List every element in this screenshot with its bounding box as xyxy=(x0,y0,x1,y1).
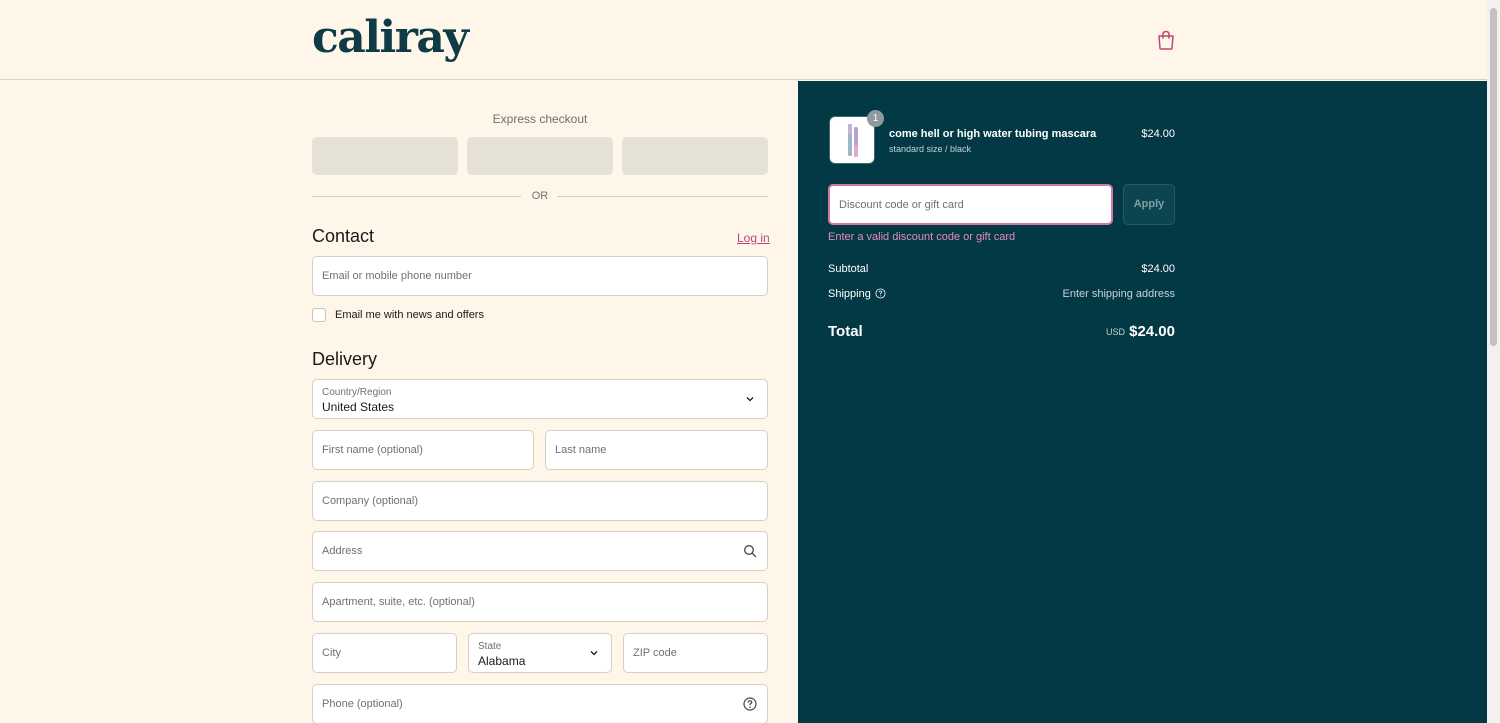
divider-line-right xyxy=(557,196,768,197)
order-summary-panel xyxy=(798,81,1487,723)
quantity-badge: 1 xyxy=(867,110,884,127)
or-divider: OR xyxy=(312,189,768,205)
search-icon xyxy=(744,545,757,558)
country-value: United States xyxy=(322,400,395,414)
scrollbar-thumb[interactable] xyxy=(1490,8,1497,346)
phone-placeholder: Phone (optional) xyxy=(322,698,403,710)
newsletter-label: Email me with news and offers xyxy=(335,309,484,321)
state-value: Alabama xyxy=(478,654,526,668)
discount-field[interactable] xyxy=(828,184,1113,225)
shipping-row: Shipping xyxy=(828,288,886,300)
company-placeholder: Company (optional) xyxy=(322,495,418,507)
city-placeholder: City xyxy=(322,647,341,659)
address-placeholder: Address xyxy=(322,545,363,557)
city-field[interactable]: City xyxy=(312,633,457,673)
state-select[interactable]: State Alabama xyxy=(468,633,612,673)
phone-field[interactable]: Phone (optional) xyxy=(312,684,768,723)
discount-input[interactable] xyxy=(830,186,1111,223)
page-scrollbar[interactable] xyxy=(1487,0,1500,723)
delivery-title: Delivery xyxy=(312,349,378,369)
email-field[interactable]: Email or mobile phone number xyxy=(312,256,768,296)
zip-placeholder: ZIP code xyxy=(633,647,677,659)
express-checkout-label: Express checkout xyxy=(492,112,588,126)
apartment-placeholder: Apartment, suite, etc. (optional) xyxy=(322,596,475,608)
express-pay-button-2[interactable] xyxy=(467,137,613,175)
first-name-field[interactable]: First name (optional) xyxy=(312,430,534,470)
country-label: Country/Region xyxy=(322,387,392,398)
total-value: $24.00 xyxy=(1129,323,1175,340)
newsletter-checkbox[interactable] xyxy=(312,308,326,322)
total-label: Total xyxy=(828,323,863,340)
shopping-bag-icon[interactable] xyxy=(1155,29,1177,51)
express-pay-button-1[interactable] xyxy=(312,137,458,175)
last-name-placeholder: Last name xyxy=(555,444,607,456)
product-variant: standard size / black xyxy=(889,144,972,154)
country-select[interactable]: Country/Region United States xyxy=(312,379,768,419)
subtotal-value: $24.00 xyxy=(1141,263,1175,275)
product-price: $24.00 xyxy=(1141,128,1175,140)
express-pay-button-3[interactable] xyxy=(622,137,768,175)
product-name: come hell or high water tubing mascara xyxy=(889,128,1097,140)
subtotal-label: Subtotal xyxy=(828,263,869,275)
header: caliray xyxy=(0,0,1487,80)
help-icon[interactable] xyxy=(743,697,757,711)
discount-error: Enter a valid discount code or gift card xyxy=(828,231,1016,243)
contact-title: Contact xyxy=(312,226,375,246)
state-label: State xyxy=(478,641,502,652)
shipping-value: Enter shipping address xyxy=(1062,288,1175,300)
chevron-down-icon xyxy=(590,651,598,656)
first-name-placeholder: First name (optional) xyxy=(322,444,423,456)
zip-field[interactable]: ZIP code xyxy=(623,633,768,673)
apply-button[interactable]: Apply xyxy=(1123,184,1175,225)
company-field[interactable]: Company (optional) xyxy=(312,481,768,521)
apartment-field[interactable]: Apartment, suite, etc. (optional) xyxy=(312,582,768,622)
shipping-label: Shipping xyxy=(828,288,871,300)
address-field[interactable]: Address xyxy=(312,531,768,571)
help-icon[interactable] xyxy=(875,288,886,299)
total-currency: USD xyxy=(1105,327,1125,337)
email-placeholder: Email or mobile phone number xyxy=(322,270,472,282)
login-link[interactable]: Log in xyxy=(737,231,770,245)
brand-logo[interactable]: caliray xyxy=(312,10,469,66)
last-name-field[interactable]: Last name xyxy=(545,430,768,470)
chevron-down-icon xyxy=(746,397,754,402)
